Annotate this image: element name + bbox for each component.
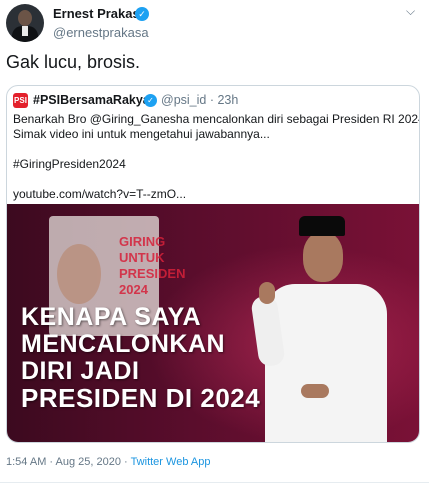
video-thumbnail[interactable]: GIRING UNTUK PRESIDEN 2024 KENAPA SAYA M… [7, 204, 419, 442]
speaker-hand [301, 384, 329, 398]
quoted-tweet-body: Benarkah Bro @Giring_Ganesha mencalonkan… [13, 112, 420, 202]
quoted-text-line: Simak video ini untuk mengetahui jawaban… [13, 127, 270, 141]
banner-text-line: 2024 [119, 282, 148, 297]
divider [0, 482, 429, 483]
banner-text-line: PRESIDEN [119, 266, 186, 281]
banner-text: GIRING UNTUK PRESIDEN 2024 [119, 234, 185, 298]
tweet-source-link[interactable]: Twitter Web App [131, 456, 211, 468]
quoted-tweet[interactable]: PSI #PSIBersamaRakyat ✓ @psi_id · 23h Be… [6, 85, 420, 443]
tweet-meta: 1:54 AM · Aug 25, 2020 · Twitter Web App [6, 456, 210, 468]
caption-line: DIRI JADI [21, 357, 140, 385]
avatar-head-shape [18, 10, 32, 26]
tweet-text: Gak lucu, brosis. [6, 52, 141, 72]
tweet-timestamp[interactable]: 1:54 AM · Aug 25, 2020 · [6, 456, 131, 468]
author-name[interactable]: Ernest Prakasa [53, 6, 147, 21]
quoted-link: youtube.com/watch?v=T--zmO... [13, 187, 187, 201]
banner-text-line: UNTUK [119, 250, 165, 265]
caption-line: KENAPA SAYA [21, 303, 202, 331]
speaker-shirt [265, 284, 387, 442]
author-handle[interactable]: @ernestprakasa [53, 25, 149, 40]
banner-portrait [57, 244, 101, 304]
speaker-face [303, 232, 343, 282]
verified-badge-icon: ✓ [135, 7, 149, 21]
tweet: Ernest Prakasa ✓ @ernestprakasa ⌵ Gak lu… [0, 0, 429, 497]
quoted-author-name: #PSIBersamaRakyat [33, 93, 154, 107]
speaker-figure [250, 210, 401, 442]
quoted-author-handle: @psi_id · 23h [161, 93, 239, 107]
verified-badge-icon: ✓ [144, 94, 157, 107]
speaker-hand [259, 282, 275, 304]
chevron-down-icon[interactable]: ⌵ [406, 4, 415, 19]
psi-logo-icon: PSI [13, 93, 28, 108]
speaker-cap [299, 216, 345, 236]
avatar[interactable] [6, 4, 44, 42]
caption-line: MENCALONKAN [21, 330, 226, 358]
avatar-shirt-shape [22, 26, 28, 36]
banner-text-line: GIRING [119, 234, 166, 249]
tweet-header: Ernest Prakasa ✓ @ernestprakasa ⌵ [6, 4, 421, 44]
video-caption: KENAPA SAYA MENCALONKAN DIRI JADI PRESID… [21, 304, 260, 412]
caption-line: PRESIDEN DI 2024 [21, 383, 261, 413]
quoted-hashtag: #GiringPresiden2024 [13, 157, 126, 171]
quoted-text-line: Benarkah Bro @Giring_Ganesha mencalonkan… [13, 112, 420, 126]
